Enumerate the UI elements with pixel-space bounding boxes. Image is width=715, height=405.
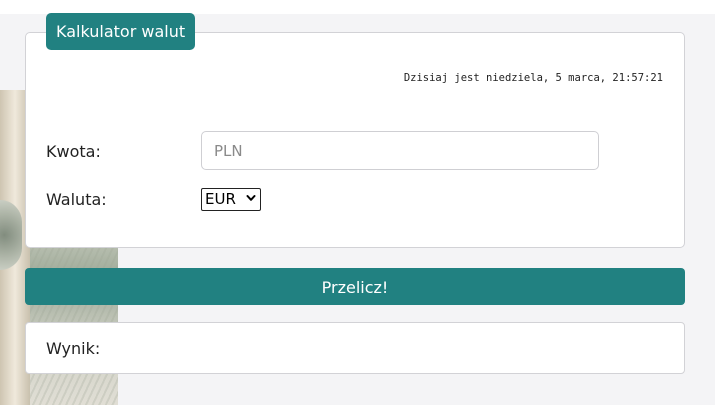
amount-input[interactable]	[201, 131, 599, 170]
current-datetime: Dzisiaj jest niedziela, 5 marca, 21:57:2…	[403, 72, 663, 84]
result-panel: Wynik:	[25, 322, 685, 374]
chevron-down-icon	[246, 195, 256, 201]
amount-label: Kwota:	[46, 142, 101, 161]
currency-label: Waluta:	[46, 190, 107, 209]
page-top-strip	[0, 0, 715, 14]
currency-select[interactable]: EUR	[201, 188, 261, 211]
convert-button[interactable]: Przelicz!	[25, 268, 685, 305]
banknote-detail-graphic	[0, 200, 22, 270]
result-label: Wynik:	[46, 339, 101, 358]
currency-selected-value: EUR	[205, 190, 236, 208]
calculator-title-tab: Kalkulator walut	[46, 13, 196, 50]
